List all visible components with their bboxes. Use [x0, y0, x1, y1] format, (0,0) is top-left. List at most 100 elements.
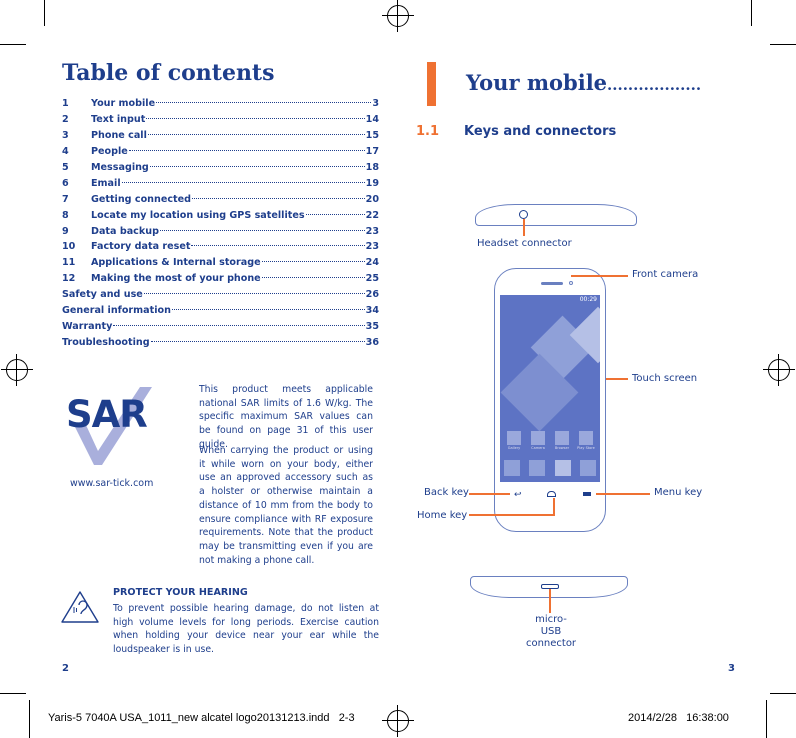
headset-jack	[519, 210, 528, 219]
toc-leader	[128, 150, 365, 152]
toc-label: People	[91, 146, 128, 158]
toc-entry[interactable]: 6 Email 19	[62, 175, 379, 191]
registration-mark-icon	[763, 354, 795, 386]
toc-label: Email	[91, 177, 121, 189]
table-of-contents: 1 Your mobile 3 2 Text input 14 3 Phone call 15 4…	[62, 96, 379, 350]
toc-number: 8	[62, 209, 69, 221]
toc-entry[interactable]: 10 Factory data reset 23	[62, 239, 379, 255]
toc-label: Getting connected	[91, 193, 191, 205]
phone-top-view	[475, 204, 637, 226]
dock	[504, 460, 596, 476]
toc-page: 26	[365, 289, 379, 301]
crop-mark	[29, 700, 30, 738]
back-key-icon[interactable]: ↩	[514, 490, 522, 500]
app-label: Play Store	[577, 446, 595, 450]
toc-label: Warranty	[62, 320, 113, 332]
hearing-warning-icon	[61, 591, 99, 623]
toc-leader	[146, 118, 365, 120]
app-icon	[555, 431, 569, 445]
crop-mark	[770, 693, 796, 694]
toc-page: 17	[365, 146, 379, 158]
toc-label: Phone call	[91, 130, 147, 142]
chapter-title: Your mobile..................	[466, 70, 701, 95]
toc-entry[interactable]: Safety and use 26	[62, 287, 379, 303]
toc-label: Locate my location using GPS satellites	[91, 209, 305, 221]
toc-leader	[147, 134, 365, 136]
label-headset-connector: Headset connector	[477, 238, 572, 249]
toc-label: Messaging	[91, 162, 149, 173]
crop-mark	[44, 0, 45, 26]
registration-mark-icon	[382, 705, 414, 737]
app-shortcut[interactable]: Play Store	[576, 431, 596, 450]
registration-mark-icon	[382, 0, 414, 32]
toc-label: Safety and use	[62, 289, 143, 301]
chapter-dots: ..................	[607, 76, 702, 94]
toc-entry[interactable]: General information 34	[62, 303, 379, 319]
toc-entry[interactable]: 9 Data backup 23	[62, 223, 379, 239]
app-label: Browser	[554, 446, 570, 450]
app-label: Camera	[531, 446, 545, 450]
toc-entry[interactable]: 3 Phone call 15	[62, 128, 379, 144]
toc-leader	[121, 181, 365, 183]
footer-filename: Yaris-5 7040A USA_1011_new alcatel logo2…	[48, 712, 355, 724]
toc-page: 36	[365, 336, 379, 348]
crop-mark	[0, 693, 26, 694]
toc-page: 23	[365, 241, 379, 253]
chapter-title-text: Your mobile	[466, 70, 608, 95]
app-icon	[531, 431, 545, 445]
messaging-app-icon[interactable]	[554, 460, 571, 476]
crop-mark	[770, 44, 796, 45]
toc-leader	[159, 229, 365, 231]
app-icon	[579, 431, 593, 445]
toc-page: 20	[365, 193, 379, 205]
app-row: Gallery Camera Browser Play Store	[504, 431, 596, 450]
toc-leader	[150, 340, 365, 342]
app-label: Gallery	[507, 446, 521, 450]
home-key-icon[interactable]	[547, 491, 556, 497]
toc-entry[interactable]: 7 Getting connected 20	[62, 191, 379, 207]
sar-text-1: This product meets applicable national S…	[199, 384, 373, 450]
toc-entry[interactable]: 4 People 17	[62, 144, 379, 160]
sar-logo: SAR	[66, 385, 162, 475]
label-home-key: Home key	[417, 510, 468, 521]
app-icon	[507, 431, 521, 445]
toc-label: Troubleshooting	[62, 336, 150, 348]
toc-number: 10	[62, 241, 76, 253]
app-shortcut[interactable]: Browser	[552, 431, 572, 450]
toc-leader	[261, 277, 365, 279]
toc-label: Data backup	[91, 225, 159, 237]
toc-page: 23	[365, 225, 379, 237]
menu-key-icon[interactable]	[583, 492, 591, 496]
sar-logo-text: SAR	[66, 393, 148, 436]
app-shortcut[interactable]: Gallery	[504, 431, 524, 450]
app-shortcut[interactable]: Camera	[528, 431, 548, 450]
toc-entry[interactable]: Warranty 35	[62, 318, 379, 334]
toc-entry[interactable]: 1 Your mobile 3	[62, 96, 379, 112]
section-title: Keys and connectors	[464, 124, 617, 139]
crop-mark	[766, 700, 767, 738]
contacts-app-icon[interactable]	[529, 460, 546, 476]
toc-number: 3	[62, 130, 69, 142]
toc-number: 2	[62, 114, 69, 126]
speaker-grille	[541, 282, 563, 285]
toc-entry[interactable]: Troubleshooting 36	[62, 334, 379, 350]
toc-entry[interactable]: 2 Text input 14	[62, 112, 379, 128]
toc-label: Your mobile	[91, 98, 156, 110]
toc-page: 25	[365, 273, 379, 285]
label-front-camera: Front camera	[632, 269, 699, 280]
toc-entry[interactable]: 5 Messaging 18	[62, 160, 379, 176]
crop-mark	[0, 44, 26, 45]
crop-mark	[751, 0, 752, 26]
toc-page: 15	[365, 130, 379, 142]
toc-entry[interactable]: 8 Locate my location using GPS satellites…	[62, 207, 379, 223]
toc-number: 5	[62, 162, 69, 173]
toc-page: 3	[372, 98, 379, 110]
toc-entry[interactable]: 12 Making the most of your phone 25	[62, 271, 379, 287]
toc-entry[interactable]: 11 Applications & Internal storage 24	[62, 255, 379, 271]
toc-number: 4	[62, 146, 69, 158]
phone-app-icon[interactable]	[504, 460, 520, 476]
app-drawer-icon[interactable]	[579, 460, 596, 476]
sar-url[interactable]: www.sar-tick.com	[70, 478, 153, 489]
toc-label: Factory data reset	[91, 241, 191, 253]
toc-leader	[149, 166, 365, 167]
